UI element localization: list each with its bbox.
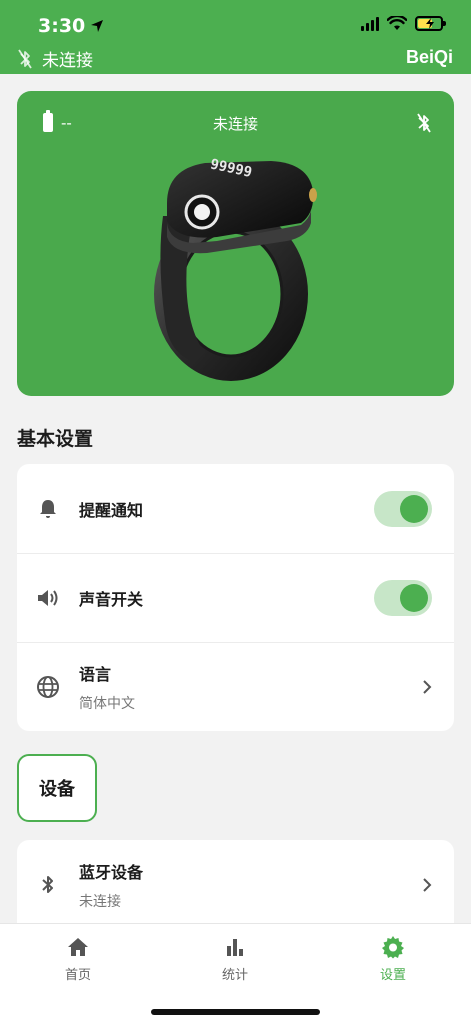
- language-label: 语言: [79, 665, 112, 684]
- bluetooth-icon: [42, 875, 53, 893]
- notification-toggle[interactable]: [374, 490, 432, 527]
- connection-status-text: 未连接: [42, 51, 93, 71]
- bluetooth-device-label: 蓝牙设备: [79, 862, 144, 882]
- bell-icon: [40, 499, 56, 518]
- chevron-right-icon: [423, 680, 432, 694]
- wifi-icon: [387, 16, 407, 30]
- home-indicator: [151, 1009, 320, 1015]
- sound-label: 声音开关: [79, 590, 144, 609]
- basic-settings-title: 基本设置: [17, 428, 94, 450]
- bluetooth-device-row[interactable]: 蓝牙设备 未连接: [17, 840, 454, 929]
- tab-statistics-label: 统计: [221, 968, 248, 983]
- notification-label: 提醒通知: [79, 500, 144, 520]
- home-icon: [68, 938, 88, 956]
- status-icons: [361, 16, 446, 31]
- chart-icon: [227, 939, 243, 956]
- status-time-text: 3:30: [38, 15, 86, 37]
- tab-settings[interactable]: 设置: [333, 934, 453, 983]
- brand-logo: BeiQi: [405, 47, 453, 67]
- ring-device-image: 99999: [154, 156, 317, 381]
- tab-settings-label: 设置: [379, 968, 406, 983]
- location-arrow-icon: [91, 20, 104, 32]
- top-header: 3:30 未连接 BeiQi: [0, 0, 471, 74]
- sound-row[interactable]: 声音开关: [17, 553, 454, 642]
- status-time: 3:30: [38, 15, 105, 37]
- battery-icon: [415, 16, 446, 31]
- language-row[interactable]: 语言 简体中文: [17, 642, 454, 731]
- connection-status: 未连接: [18, 46, 93, 71]
- cellular-signal-icon: [361, 16, 379, 31]
- device-card[interactable]: -- 未连接 99999: [17, 91, 454, 396]
- sound-toggle[interactable]: [374, 580, 432, 616]
- gear-icon: [382, 936, 404, 959]
- language-value: 简体中文: [79, 696, 135, 712]
- bluetooth-disabled-icon: [18, 49, 32, 68]
- tab-home[interactable]: 首页: [18, 934, 138, 983]
- tab-home-label: 首页: [64, 968, 91, 983]
- device-section-title: 设备: [17, 754, 97, 822]
- speaker-icon: [38, 590, 58, 606]
- bottom-tab-bar: 首页 统计 设置: [0, 923, 471, 1024]
- globe-icon: [37, 676, 59, 698]
- notification-row[interactable]: 提醒通知: [17, 464, 454, 553]
- tab-statistics[interactable]: 统计: [175, 934, 295, 983]
- chevron-right-icon: [423, 877, 432, 892]
- bluetooth-device-status: 未连接: [79, 893, 121, 910]
- basic-settings-card: 提醒通知 声音开关 语言 简体中文: [17, 464, 454, 731]
